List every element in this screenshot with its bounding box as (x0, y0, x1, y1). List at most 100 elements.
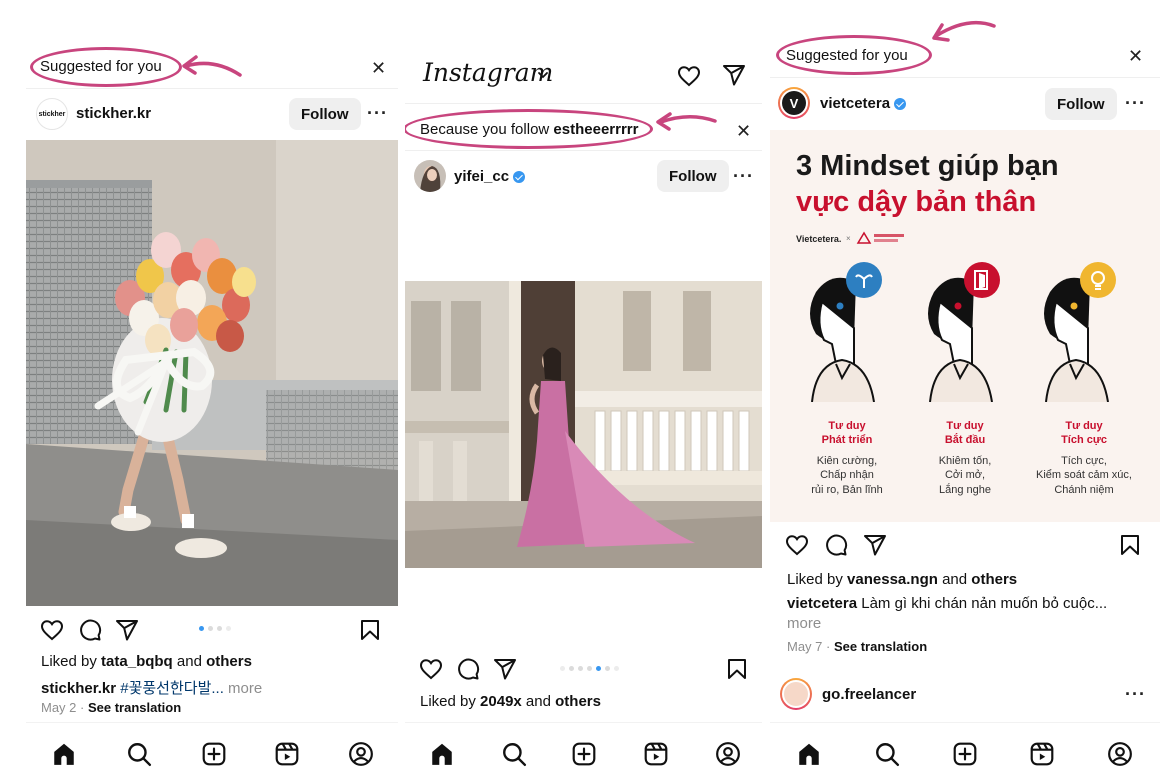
highlight-oval (405, 109, 653, 149)
search-icon[interactable] (501, 741, 527, 767)
next-account-username[interactable]: go.freelancer (822, 686, 916, 703)
highlight-oval (30, 47, 182, 87)
liked-by-user[interactable]: tata_bqbq (101, 653, 173, 670)
carousel-dot (199, 626, 204, 631)
avatar-logo: V (782, 91, 806, 115)
share-icon[interactable] (115, 618, 139, 642)
account-username[interactable]: vietcetera (820, 95, 907, 112)
more-icon[interactable]: ··· (1125, 685, 1146, 703)
reels-icon[interactable] (1029, 741, 1055, 767)
share-icon[interactable] (863, 533, 887, 557)
bookmark-icon[interactable] (358, 618, 382, 642)
more-icon[interactable]: ··· (733, 167, 754, 185)
liked-by-user[interactable]: vanessa.ngn (847, 571, 938, 588)
create-icon[interactable] (201, 741, 227, 767)
separator: · (76, 700, 88, 715)
highlight-oval (776, 35, 932, 75)
post-date: May 7 (787, 639, 823, 654)
carousel-dot (226, 626, 231, 631)
post-photo-art (26, 140, 398, 606)
close-icon[interactable]: ✕ (1128, 47, 1143, 65)
liked-by-others[interactable]: others (971, 571, 1017, 588)
more-icon[interactable]: ··· (367, 104, 388, 122)
share-icon[interactable] (493, 657, 517, 681)
see-translation-link[interactable]: See translation (834, 639, 927, 654)
right-phone-screen: Suggested for you ✕ V vietcetera Follow … (770, 0, 1160, 780)
post-photo[interactable] (405, 281, 762, 568)
highlight-arrow (656, 112, 717, 131)
mindset-title-line: Tư duy (828, 420, 866, 432)
post-meta: May 2 · See translation (41, 700, 181, 715)
liked-by-and: and (172, 653, 207, 670)
instagram-logo[interactable]: Instagram (423, 58, 553, 87)
reels-icon[interactable] (274, 741, 300, 767)
post-infographic[interactable]: 3 Mindset giúp bạn vực dậy bản thân Viet… (770, 130, 1160, 522)
avatar[interactable]: V (778, 87, 810, 119)
liked-by-count[interactable]: 2049x (480, 693, 522, 710)
comment-icon[interactable] (824, 533, 848, 557)
mindset-desc-line: rủi ro, Bản lĩnh (811, 483, 883, 496)
create-icon[interactable] (952, 741, 978, 767)
search-icon[interactable] (126, 741, 152, 767)
search-icon[interactable] (874, 741, 900, 767)
profile-icon[interactable] (348, 741, 374, 767)
liked-by-and: and (521, 693, 556, 710)
home-icon[interactable] (429, 741, 455, 767)
home-icon[interactable] (796, 741, 822, 767)
follow-button[interactable]: Follow (1045, 88, 1117, 120)
avatar[interactable]: stickher (36, 98, 68, 130)
messenger-icon[interactable] (722, 63, 746, 87)
comment-icon[interactable] (456, 657, 480, 681)
avatar[interactable] (414, 160, 446, 192)
caption-text[interactable]: #꽃풍선한다발... (116, 680, 224, 697)
home-icon[interactable] (51, 741, 77, 767)
carousel-dot (569, 666, 574, 671)
heart-icon[interactable] (419, 657, 443, 681)
close-icon[interactable]: ✕ (371, 59, 386, 77)
chevron-down-icon[interactable] (537, 70, 549, 80)
mindset-illustration (810, 262, 1116, 402)
post-photo[interactable] (26, 140, 398, 606)
follow-button[interactable]: Follow (289, 98, 361, 130)
middle-phone-screen: Instagram Because you follow estheeerrrr… (405, 0, 762, 780)
carousel-dot (217, 626, 222, 631)
infographic-subtitle: vực dậy bản thân (796, 186, 1037, 218)
carousel-dot (560, 666, 565, 671)
caption-text: Làm gì khi chán nản muốn bỏ cuộc... (857, 595, 1108, 612)
mindset-column-desc: Kiên cường, Chấp nhận rủi ro, Bản lĩnh (796, 454, 898, 497)
bookmark-icon[interactable] (725, 657, 749, 681)
create-icon[interactable] (571, 741, 597, 767)
caption-username[interactable]: stickher.kr (41, 680, 116, 697)
account-username[interactable]: stickher.kr (76, 105, 151, 122)
see-translation-link[interactable]: See translation (88, 700, 181, 715)
profile-icon[interactable] (715, 741, 741, 767)
comment-icon[interactable] (78, 618, 102, 642)
liked-by-others[interactable]: others (206, 653, 252, 670)
heart-icon[interactable] (785, 533, 809, 557)
post-date: May 2 (41, 700, 77, 715)
mindset-desc-line: Khiêm tốn, (938, 455, 992, 467)
liked-by-others[interactable]: others (555, 693, 601, 710)
brand-logo: Vietcetera. (796, 234, 842, 244)
mindset-column-title: Tư duy Phát triển (802, 420, 892, 448)
follow-button[interactable]: Follow (657, 160, 729, 192)
more-icon[interactable]: ··· (1125, 94, 1146, 112)
liked-by-line: Liked by vanessa.ngn and others (787, 571, 1017, 588)
bookmark-icon[interactable] (1118, 533, 1142, 557)
heart-icon[interactable] (40, 618, 64, 642)
reels-icon[interactable] (643, 741, 669, 767)
partner-logo: × (846, 231, 904, 244)
profile-icon[interactable] (1107, 741, 1133, 767)
account-name-text: vietcetera (820, 95, 891, 112)
avatar[interactable] (780, 678, 812, 710)
liked-by-and: and (937, 571, 972, 588)
account-username[interactable]: yifei_cc (454, 168, 526, 185)
caption-username[interactable]: vietcetera (787, 595, 857, 612)
carousel-dot (587, 666, 592, 671)
caption-more-link[interactable]: more (787, 615, 821, 632)
caption-more-link[interactable]: more (224, 680, 262, 697)
left-phone-screen: Suggested for you ✕ stickher stickher.kr… (26, 0, 398, 780)
mindset-column-desc: Khiêm tốn, Cởi mở, Lắng nghe (918, 454, 1012, 497)
close-icon[interactable]: ✕ (736, 122, 751, 140)
heart-icon[interactable] (677, 64, 701, 88)
